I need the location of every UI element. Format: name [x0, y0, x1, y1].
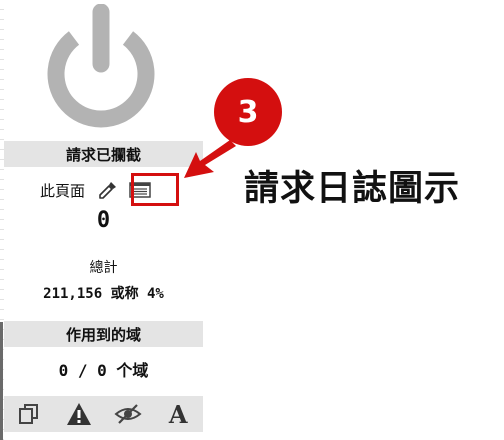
annotation-overlay: [184, 78, 282, 178]
badge-number: 3: [237, 94, 259, 130]
callout-label: 請求日誌圖示: [244, 169, 461, 209]
callout-arrow: [184, 140, 236, 178]
